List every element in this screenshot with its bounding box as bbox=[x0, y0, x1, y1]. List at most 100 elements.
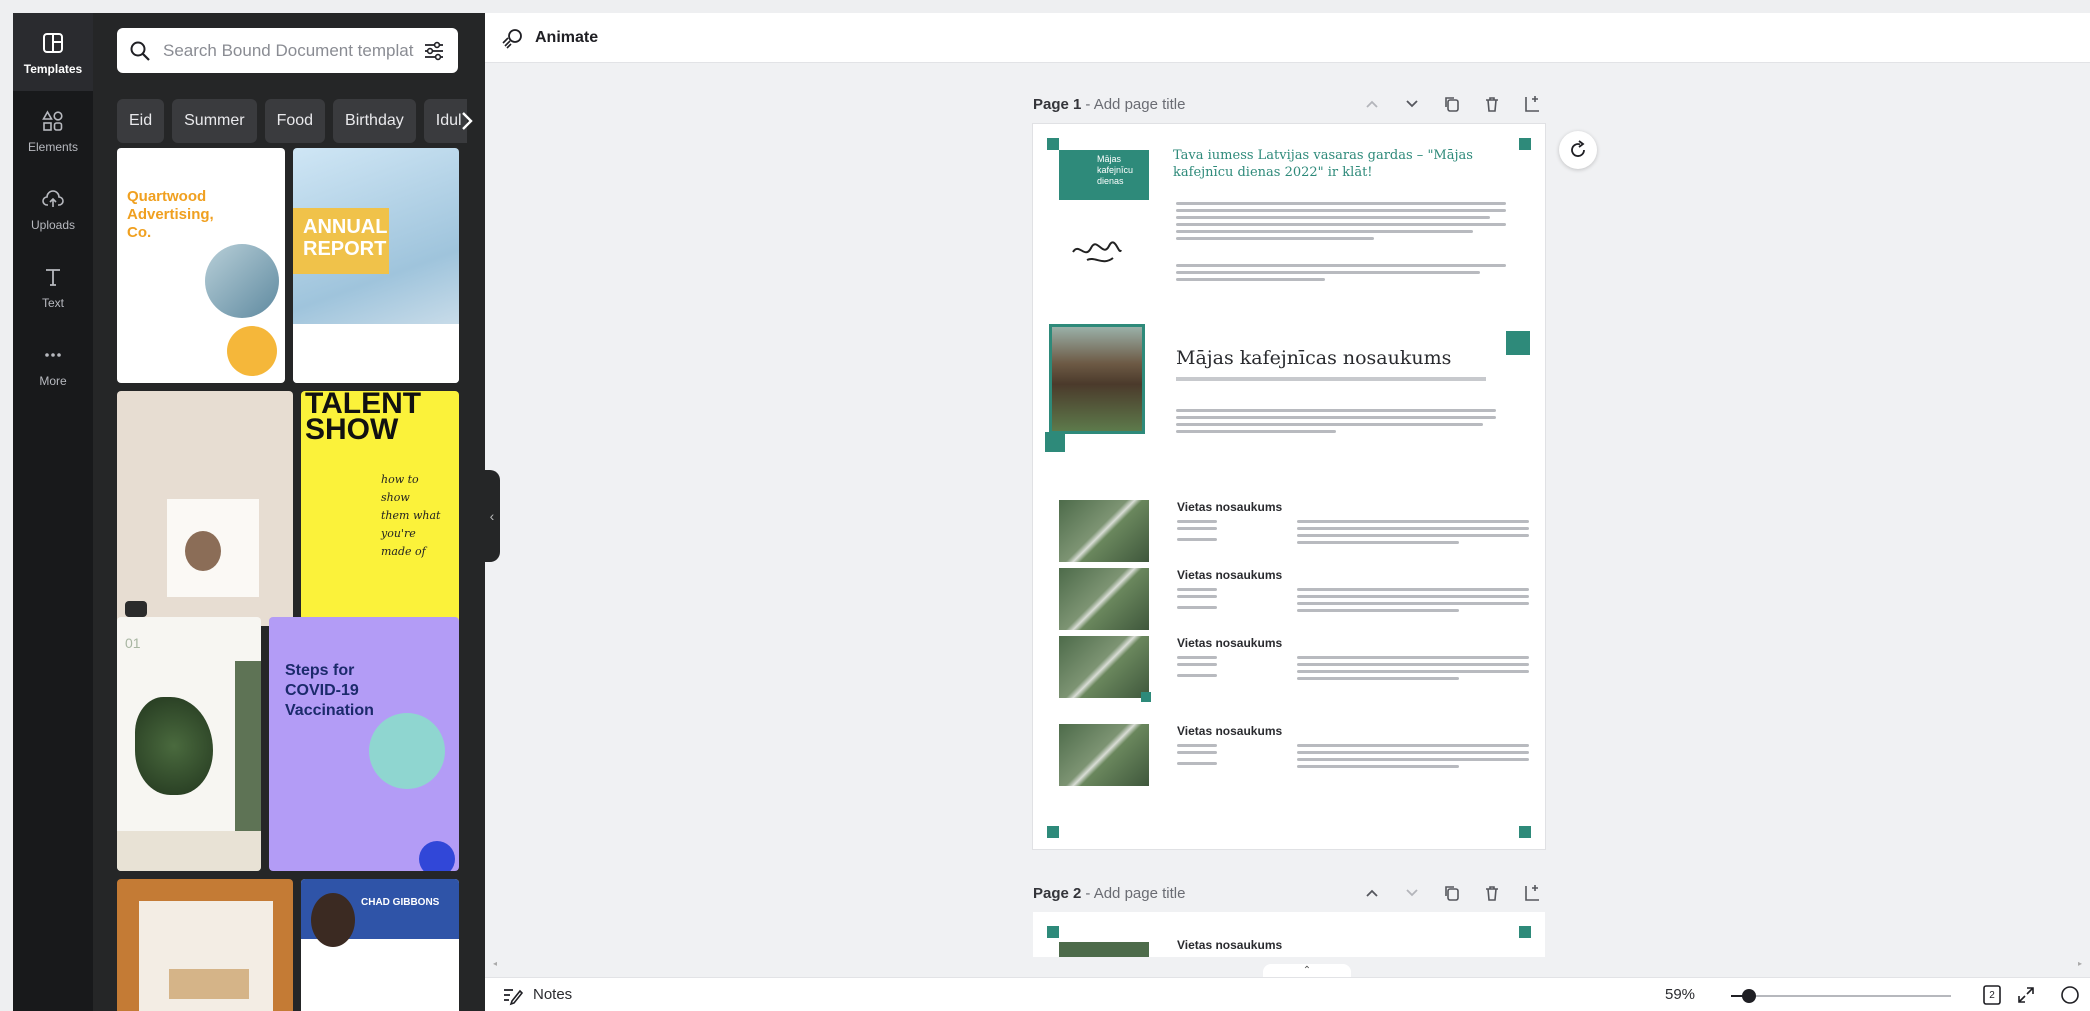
templates-icon bbox=[39, 29, 67, 57]
template-thumbnail[interactable]: 01 bbox=[117, 617, 261, 871]
rail-item-more[interactable]: More bbox=[13, 325, 93, 403]
filter-icon[interactable] bbox=[422, 39, 446, 63]
page-label: Page 2 bbox=[1033, 884, 1082, 902]
cafe-name-heading: Mājas kafejnīcas nosaukums bbox=[1176, 347, 1452, 369]
category-chips: Eid Summer Food Birthday Idul bbox=[117, 99, 467, 143]
venue-description bbox=[1297, 744, 1529, 772]
venue-description bbox=[1297, 656, 1529, 684]
delete-page-icon[interactable] bbox=[1479, 91, 1505, 117]
venue-address bbox=[1177, 656, 1217, 681]
document-page-2[interactable]: Vietas nosaukums bbox=[1033, 912, 1545, 957]
template-decoration bbox=[311, 893, 355, 947]
template-thumbnail[interactable] bbox=[117, 391, 293, 626]
chip-eid[interactable]: Eid bbox=[117, 99, 165, 143]
template-decoration bbox=[419, 841, 455, 871]
chevron-down-icon[interactable] bbox=[1399, 91, 1425, 117]
page-header: Page 1 - Add page title bbox=[1033, 89, 1545, 119]
chevron-up-icon[interactable] bbox=[1359, 91, 1385, 117]
window-left-edge bbox=[0, 0, 13, 1011]
chip-birthday[interactable]: Birthday bbox=[333, 99, 416, 143]
cafe-photo bbox=[1049, 324, 1145, 434]
venue-photo bbox=[1059, 724, 1149, 786]
template-thumbnail[interactable]: CHAD GIBBONS bbox=[301, 879, 459, 1011]
rail-item-elements[interactable]: Elements bbox=[13, 91, 93, 169]
search-input[interactable]: Search Bound Document templat bbox=[163, 41, 414, 61]
editor-footer: Notes 59% 2 bbox=[485, 977, 2090, 1011]
duplicate-page-icon[interactable] bbox=[1439, 880, 1465, 906]
template-thumbnail[interactable]: ANNUAL REPORT bbox=[293, 148, 459, 383]
zoom-slider[interactable] bbox=[1731, 989, 1951, 1003]
template-decoration bbox=[227, 326, 277, 376]
chip-food[interactable]: Food bbox=[264, 99, 326, 143]
editor-toolbar: Animate bbox=[485, 13, 2090, 63]
video-icon bbox=[125, 601, 147, 617]
scroll-right-icon[interactable]: ▸ bbox=[2078, 959, 2082, 968]
notes-button[interactable]: Notes bbox=[533, 986, 572, 1003]
venue-photo bbox=[1059, 636, 1149, 698]
uploads-icon bbox=[39, 185, 67, 213]
help-icon[interactable] bbox=[2059, 984, 2081, 1006]
venue-row[interactable]: Vietas nosaukums bbox=[1059, 636, 1529, 706]
refresh-icon[interactable] bbox=[1559, 131, 1597, 169]
template-decoration bbox=[369, 713, 445, 789]
delete-page-icon[interactable] bbox=[1479, 880, 1505, 906]
corner-marker bbox=[1047, 926, 1059, 938]
page-title-input[interactable]: - Add page title bbox=[1085, 885, 1185, 902]
document-page-1[interactable]: Mājas kafejnīcu dienas Tava iumess Latvi… bbox=[1033, 124, 1545, 849]
venue-row[interactable]: Vietas nosaukums bbox=[1059, 724, 1529, 794]
venue-name: Vietas nosaukums bbox=[1177, 500, 1283, 514]
decorative-square bbox=[1506, 331, 1530, 355]
event-logo: Mājas kafejnīcu dienas bbox=[1059, 150, 1149, 200]
add-page-icon[interactable] bbox=[1519, 880, 1545, 906]
elements-icon bbox=[39, 107, 67, 135]
rail-item-uploads[interactable]: Uploads bbox=[13, 169, 93, 247]
template-thumbnail[interactable]: TALENT SHOW how to show them what you're… bbox=[301, 391, 459, 626]
template-decoration bbox=[185, 531, 221, 571]
rail-label: Text bbox=[41, 295, 64, 310]
venue-name: Vietas nosaukums bbox=[1177, 636, 1283, 650]
chevron-up-icon[interactable] bbox=[1359, 880, 1385, 906]
window-top-edge bbox=[0, 0, 2090, 13]
zoom-slider-knob[interactable] bbox=[1742, 989, 1756, 1003]
chevron-right-icon[interactable] bbox=[453, 107, 481, 135]
corner-marker bbox=[1045, 432, 1065, 452]
rail-item-text[interactable]: Text bbox=[13, 247, 93, 325]
zoom-level[interactable]: 59% bbox=[1665, 986, 1695, 1003]
corner-marker bbox=[1519, 926, 1531, 938]
chevron-down-icon[interactable] bbox=[1399, 880, 1425, 906]
corner-marker bbox=[1519, 826, 1531, 838]
duplicate-page-icon[interactable] bbox=[1439, 91, 1465, 117]
venue-description bbox=[1297, 520, 1529, 548]
fullscreen-icon[interactable] bbox=[2015, 984, 2037, 1006]
rail-item-templates[interactable]: Templates bbox=[13, 13, 93, 91]
more-icon bbox=[39, 341, 67, 369]
animate-button[interactable]: Animate bbox=[535, 29, 598, 47]
venue-row[interactable]: Vietas nosaukums bbox=[1059, 500, 1529, 570]
corner-marker bbox=[1047, 826, 1059, 838]
notes-icon bbox=[501, 984, 524, 1006]
page-label: Page 1 bbox=[1033, 95, 1082, 113]
add-page-icon[interactable] bbox=[1519, 91, 1545, 117]
template-decoration bbox=[205, 244, 279, 318]
collapse-panel-button[interactable]: ‹ bbox=[484, 470, 500, 562]
template-title: 01 bbox=[125, 635, 141, 651]
rail-label: More bbox=[39, 373, 67, 388]
signature-graphic bbox=[1069, 238, 1125, 272]
cafe-description bbox=[1176, 409, 1496, 437]
template-thumbnail[interactable]: Steps for COVID-19 Vaccination bbox=[269, 617, 459, 871]
venue-row[interactable]: Vietas nosaukums bbox=[1059, 568, 1529, 638]
chip-summer[interactable]: Summer bbox=[172, 99, 257, 143]
intro-paragraph bbox=[1176, 202, 1506, 244]
search-icon bbox=[129, 40, 151, 62]
page-title-input[interactable]: - Add page title bbox=[1085, 96, 1185, 113]
scroll-left-icon[interactable]: ◂ bbox=[493, 959, 497, 968]
page-grid-icon[interactable]: 2 bbox=[1981, 984, 2003, 1006]
template-thumbnail[interactable] bbox=[117, 879, 293, 1011]
venue-name: Vietas nosaukums bbox=[1177, 568, 1283, 582]
corner-marker bbox=[1047, 138, 1059, 150]
template-search-box[interactable]: Search Bound Document templat bbox=[117, 28, 458, 73]
animate-icon bbox=[501, 26, 525, 50]
show-pages-toggle[interactable]: ⌃ bbox=[1263, 964, 1351, 978]
template-thumbnail[interactable]: Quartwood Advertising, Co. bbox=[117, 148, 285, 383]
templates-panel: Search Bound Document templat Eid Summer… bbox=[93, 13, 485, 1011]
